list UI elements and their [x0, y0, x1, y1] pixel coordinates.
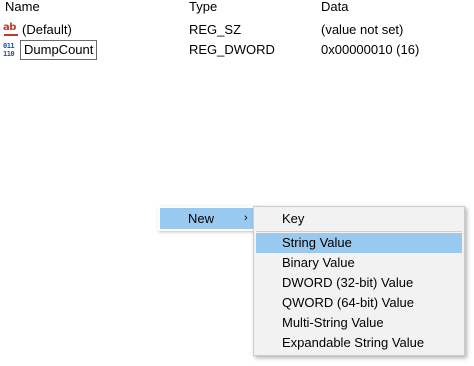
context-menu: New › — [158, 206, 258, 231]
binary-value-icon: 011 110 — [3, 42, 19, 58]
submenu-item-qword-value[interactable]: QWORD (64-bit) Value — [256, 293, 462, 313]
chevron-right-icon: › — [244, 212, 248, 224]
table-row[interactable]: ab (Default) REG_SZ (value not set) — [0, 20, 474, 40]
menu-separator — [256, 231, 462, 232]
string-value-icon: ab — [3, 22, 19, 38]
submenu-item-label: Key — [282, 211, 305, 226]
value-data: 0x00000010 (16) — [321, 42, 420, 57]
submenu-item-dword-value[interactable]: DWORD (32-bit) Value — [256, 273, 462, 293]
column-header-name[interactable]: Name — [5, 0, 40, 14]
registry-editor-values-pane: Name Type Data ab (Default) REG_SZ (valu… — [0, 0, 474, 366]
menu-item-new[interactable]: New › — [160, 208, 256, 229]
value-name-rename-field[interactable]: DumpCount — [20, 40, 98, 60]
submenu-item-label: Multi-String Value — [282, 315, 384, 330]
value-name-cell[interactable]: 011 110 DumpCount — [3, 40, 98, 60]
submenu-item-label: Expandable String Value — [282, 335, 425, 350]
column-header-data[interactable]: Data — [321, 0, 348, 14]
value-type: REG_DWORD — [189, 42, 275, 57]
submenu-item-label: String Value — [282, 235, 352, 250]
submenu-item-multi-string-value[interactable]: Multi-String Value — [256, 313, 462, 333]
list-header: Name Type Data — [0, 0, 474, 16]
submenu-item-label: DWORD (32-bit) Value — [282, 275, 414, 290]
value-name: (Default) — [22, 22, 72, 37]
value-type: REG_SZ — [189, 22, 242, 37]
value-data: (value not set) — [321, 22, 404, 37]
column-header-type[interactable]: Type — [189, 0, 217, 14]
value-name-cell[interactable]: ab (Default) — [3, 20, 74, 40]
menu-item-new-label: New — [188, 211, 215, 226]
submenu-item-string-value[interactable]: String Value — [256, 233, 462, 253]
submenu-item-key[interactable]: Key — [256, 209, 462, 229]
new-submenu: Key String Value Binary Value DWORD (32-… — [253, 206, 465, 356]
submenu-item-label: QWORD (64-bit) Value — [282, 295, 414, 310]
table-row[interactable]: 011 110 DumpCount REG_DWORD 0x00000010 (… — [0, 40, 474, 60]
submenu-item-expandable-string-value[interactable]: Expandable String Value — [256, 333, 462, 353]
submenu-item-binary-value[interactable]: Binary Value — [256, 253, 462, 273]
submenu-item-label: Binary Value — [282, 255, 355, 270]
